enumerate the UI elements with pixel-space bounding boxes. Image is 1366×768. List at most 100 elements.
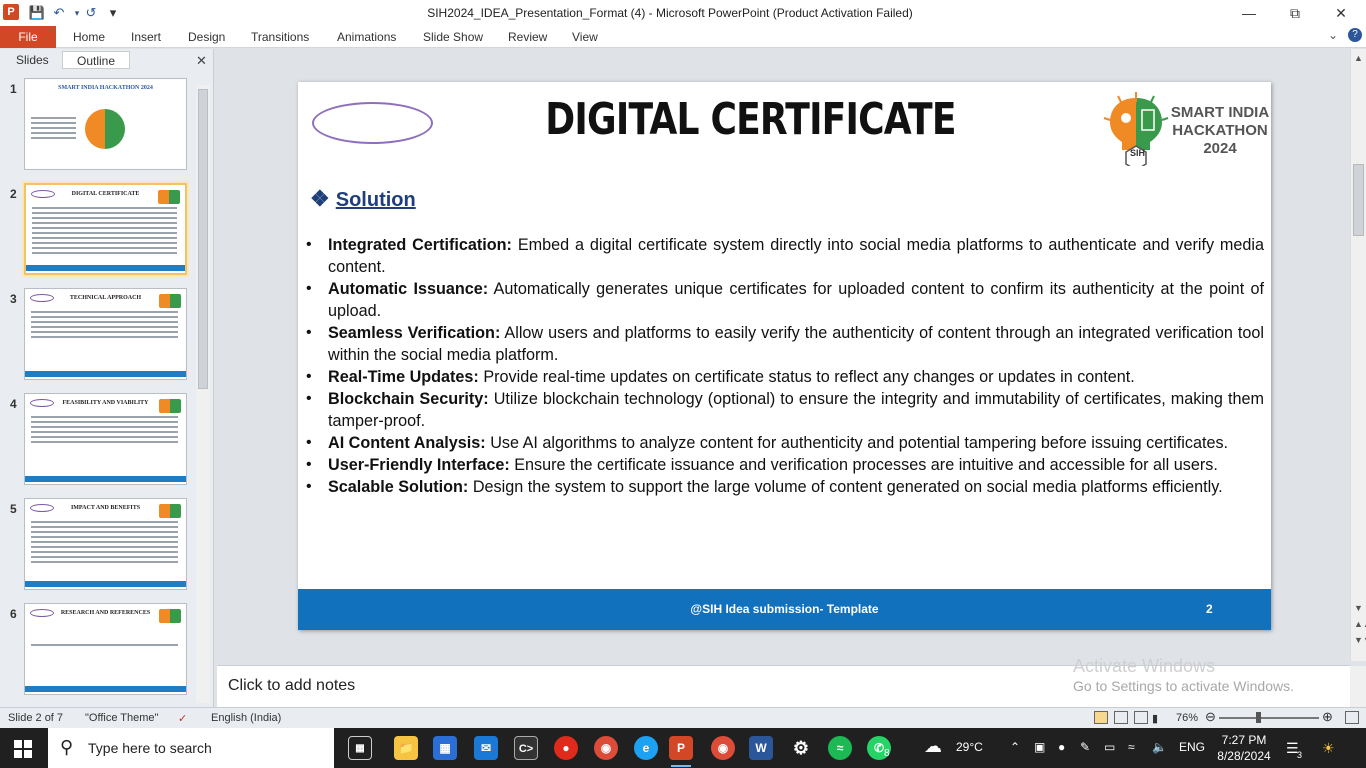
slide-thumbnail-4[interactable]: FEASIBILITY AND VIABILITY	[24, 393, 187, 485]
fit-to-window-icon[interactable]	[1345, 711, 1359, 724]
slide-thumbnail-2[interactable]: DIGITAL CERTIFICATE	[24, 183, 187, 275]
expand-ribbon-icon[interactable]: ⌄	[1328, 28, 1338, 42]
battery-icon[interactable]: ▭	[1104, 740, 1115, 754]
search-icon: ⚲	[60, 737, 74, 757]
status-bar: Slide 2 of 7 "Office Theme" ✓ English (I…	[0, 707, 1366, 728]
file-explorer-icon[interactable]: 📁	[394, 736, 418, 760]
tab-animations[interactable]: Animations	[337, 26, 396, 48]
wifi-icon[interactable]: ≈	[1128, 740, 1135, 754]
powerpoint-taskbar-icon[interactable]: P	[669, 736, 693, 767]
normal-view-icon[interactable]	[1094, 711, 1108, 724]
zoom-level[interactable]: 76%	[1176, 712, 1198, 724]
next-slide-icon[interactable]: ▼▼	[1354, 635, 1366, 645]
show-hidden-icons-icon[interactable]: ⌃	[1010, 740, 1020, 754]
tab-design[interactable]: Design	[188, 26, 225, 48]
slide-page-number: 2	[1206, 602, 1213, 616]
solution-bullet-list[interactable]: Integrated Certification: Embed a digita…	[306, 234, 1264, 498]
current-slide[interactable]: DIGITAL CERTIFICATE SIH SMART INDIA HACK…	[298, 82, 1271, 630]
notes-placeholder[interactable]: Click to add notes	[228, 677, 355, 695]
media-player-icon[interactable]: ●	[554, 736, 578, 760]
slides-panel: Slides Outline ✕ 1 SMART INDIA HACKATHON…	[0, 49, 214, 707]
slide-number: 2	[10, 187, 17, 201]
tab-slides[interactable]: Slides	[16, 51, 49, 69]
slide-vertical-scrollbar[interactable]: ▲ ▼ ▲▲ ▼▼	[1350, 49, 1366, 661]
slide-thumbnail-5[interactable]: IMPACT AND BENEFITS	[24, 498, 187, 590]
restore-button[interactable]: ⧉	[1272, 0, 1318, 26]
windows-start-icon[interactable]	[14, 740, 32, 758]
spotify-icon[interactable]: ≈	[828, 736, 852, 760]
slide-thumbnail-1[interactable]: SMART INDIA HACKATHON 2024	[24, 78, 187, 170]
help-icon[interactable]: ?	[1348, 28, 1362, 42]
reading-view-icon[interactable]	[1134, 711, 1148, 724]
tab-slide-show[interactable]: Slide Show	[423, 26, 483, 48]
notes-pane[interactable]: Click to add notes Activate Windows Go t…	[217, 656, 1366, 708]
tab-insert[interactable]: Insert	[131, 26, 161, 48]
oval-shape[interactable]	[312, 102, 433, 144]
scroll-down-icon[interactable]: ▼	[1354, 603, 1363, 613]
slide-sorter-view-icon[interactable]	[1114, 711, 1128, 724]
city-skyline-icon: 🏗	[273, 739, 295, 756]
tab-view[interactable]: View	[572, 26, 598, 48]
tab-file[interactable]: File	[0, 26, 56, 48]
activation-watermark-text: Go to Settings to activate Windows.	[1073, 678, 1294, 694]
zoom-slider-handle[interactable]	[1256, 712, 1261, 723]
weather-icon[interactable]: ☁	[924, 736, 942, 757]
slide-thumbnail-3[interactable]: TECHNICAL APPROACH	[24, 288, 187, 380]
bullet-item: Real-Time Updates: Provide real-time upd…	[306, 366, 1264, 388]
zoom-out-icon[interactable]: ⊖	[1205, 709, 1216, 725]
slide-number: 3	[10, 292, 17, 306]
sih-logo-text: SMART INDIA HACKATHON 2024	[1170, 104, 1270, 157]
bullet-item: AI Content Analysis: Use AI algorithms t…	[306, 432, 1264, 454]
settings-gear-icon[interactable]: ⚙	[789, 736, 813, 760]
terminal-icon[interactable]: C>	[514, 736, 538, 760]
clock-time: 7:27 PM	[1221, 733, 1267, 747]
tab-review[interactable]: Review	[508, 26, 547, 48]
scrollbar-thumb[interactable]	[1353, 164, 1364, 236]
tab-outline[interactable]: Outline	[62, 51, 130, 69]
microphone-icon[interactable]: ●	[1058, 740, 1065, 754]
solution-heading[interactable]: ❖ Solution	[310, 186, 416, 212]
slide-title[interactable]: DIGITAL CERTIFICATE	[543, 94, 957, 145]
save-icon[interactable]: 💾	[28, 4, 46, 22]
task-view-icon[interactable]: ▦	[348, 736, 372, 760]
ribbon-tabs: File Home Insert Design Transitions Anim…	[0, 26, 1366, 48]
weather-widget-icon[interactable]: ☀	[1322, 740, 1335, 757]
volume-icon[interactable]: 🔈	[1152, 740, 1167, 754]
edge-icon[interactable]: e	[634, 736, 658, 760]
pen-icon[interactable]: ✎	[1080, 740, 1090, 754]
input-language[interactable]: ENG	[1179, 740, 1205, 754]
search-placeholder: Type here to search	[88, 740, 212, 756]
close-button[interactable]: ✕	[1318, 0, 1364, 26]
tab-transitions[interactable]: Transitions	[251, 26, 309, 48]
slide-thumbnail-6[interactable]: RESEARCH AND REFERENCES	[24, 603, 187, 695]
taskbar-clock[interactable]: 7:27 PM 8/28/2024	[1212, 732, 1276, 764]
spellcheck-icon[interactable]: ✓	[178, 712, 187, 725]
whatsapp-badge: 8	[884, 748, 890, 759]
slides-panel-scrollbar[interactable]	[196, 85, 210, 703]
tab-home[interactable]: Home	[73, 26, 105, 48]
zoom-slider[interactable]	[1219, 717, 1319, 719]
weather-temperature[interactable]: 29°C	[956, 740, 983, 754]
zoom-in-icon[interactable]: ⊕	[1322, 709, 1333, 725]
slide-number: 4	[10, 397, 17, 411]
windows-taskbar: ⚲ Type here to search 🏗 ▦ 📁 ▦ ✉ C> ● ◉ e…	[0, 728, 1366, 768]
slideshow-view-icon[interactable]: ▮	[1152, 712, 1158, 725]
window-title: SIH2024_IDEA_Presentation_Format (4) - M…	[427, 6, 913, 20]
language-indicator[interactable]: English (India)	[211, 712, 281, 724]
minimize-button[interactable]: —	[1226, 0, 1272, 26]
close-panel-icon[interactable]: ✕	[196, 53, 207, 69]
notes-scrollbar[interactable]	[1350, 666, 1366, 708]
undo-icon[interactable]: ↶	[50, 4, 68, 22]
camera-icon[interactable]: ▣	[1034, 740, 1045, 754]
scroll-up-icon[interactable]: ▲	[1354, 53, 1363, 63]
previous-slide-icon[interactable]: ▲▲	[1354, 619, 1366, 629]
notifications-count: 3	[1297, 750, 1303, 760]
mail-icon[interactable]: ✉	[474, 736, 498, 760]
redo-icon[interactable]: ↺	[82, 4, 100, 22]
chrome-icon[interactable]: ◉	[594, 736, 618, 760]
chrome-profile-icon[interactable]: ◉	[711, 736, 735, 760]
word-icon[interactable]: W	[749, 736, 773, 760]
customize-toolbar-icon[interactable]: ▾	[104, 4, 122, 22]
store-icon[interactable]: ▦	[433, 736, 457, 760]
title-bar: P 💾 ↶ ▾ ↺ ▾ SIH2024_IDEA_Presentation_Fo…	[0, 0, 1366, 26]
